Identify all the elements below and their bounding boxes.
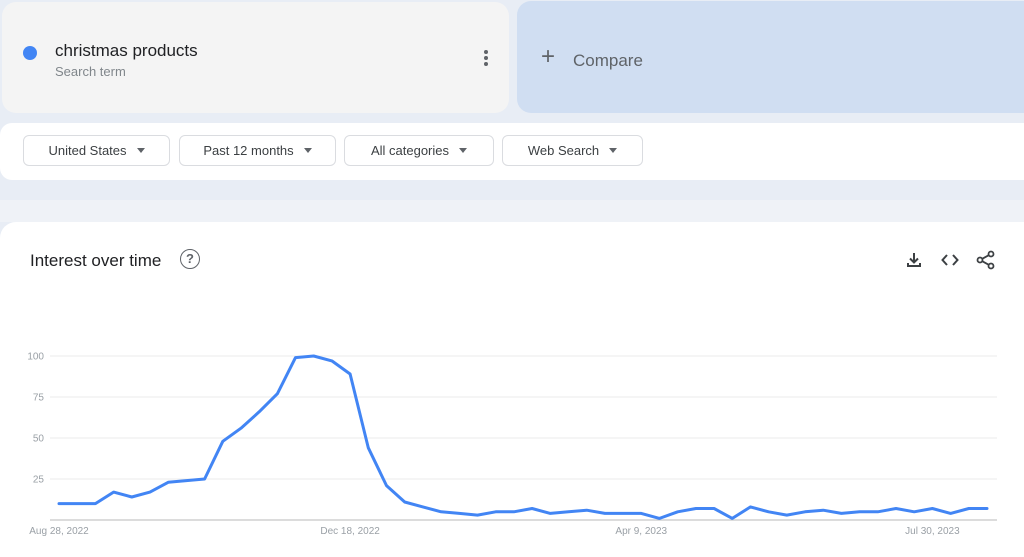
caret-down-icon <box>303 148 312 153</box>
search-type-dropdown-label: Web Search <box>527 143 600 158</box>
interest-over-time-card: Interest over time ? 25 50 75 100 Aug 28, 20… <box>0 222 1024 557</box>
compare-button[interactable]: + Compare <box>517 1 1024 113</box>
series-color-dot <box>23 46 37 60</box>
y-tick-label: 75 <box>33 393 45 404</box>
plus-icon: + <box>541 43 556 70</box>
search-type-dropdown[interactable]: Web Search <box>502 135 643 166</box>
section-divider <box>0 200 1024 222</box>
time-range-dropdown-label: Past 12 months <box>203 143 294 158</box>
x-tick-label: Jul 30, 2023 <box>905 526 960 537</box>
caret-down-icon <box>459 148 468 153</box>
time-range-dropdown[interactable]: Past 12 months <box>179 135 336 166</box>
filter-bar: United States Past 12 months All categor… <box>0 123 1024 180</box>
search-term-card[interactable]: christmas products Search term <box>2 2 509 113</box>
y-tick-label: 50 <box>33 434 45 445</box>
search-term-sublabel: Search term <box>55 64 126 79</box>
compare-label: Compare <box>573 51 643 70</box>
category-dropdown[interactable]: All categories <box>344 135 494 166</box>
caret-down-icon <box>609 148 618 153</box>
region-dropdown[interactable]: United States <box>23 135 170 166</box>
x-tick-label: Aug 28, 2022 <box>29 526 89 537</box>
region-dropdown-label: United States <box>48 143 127 158</box>
series-line <box>57 354 989 520</box>
search-term-label: christmas products <box>55 41 198 60</box>
y-tick-label: 100 <box>27 352 44 363</box>
caret-down-icon <box>136 148 145 153</box>
x-tick-label: Dec 18, 2022 <box>320 526 380 537</box>
y-tick-label: 25 <box>33 475 45 486</box>
interest-chart: 25 50 75 100 Aug 28, 2022 Dec 18, 2022 Apr 9, … <box>27 352 997 537</box>
more-options-icon[interactable] <box>479 50 493 70</box>
category-dropdown-label: All categories <box>370 143 450 158</box>
x-tick-label: Apr 9, 2023 <box>615 526 667 537</box>
